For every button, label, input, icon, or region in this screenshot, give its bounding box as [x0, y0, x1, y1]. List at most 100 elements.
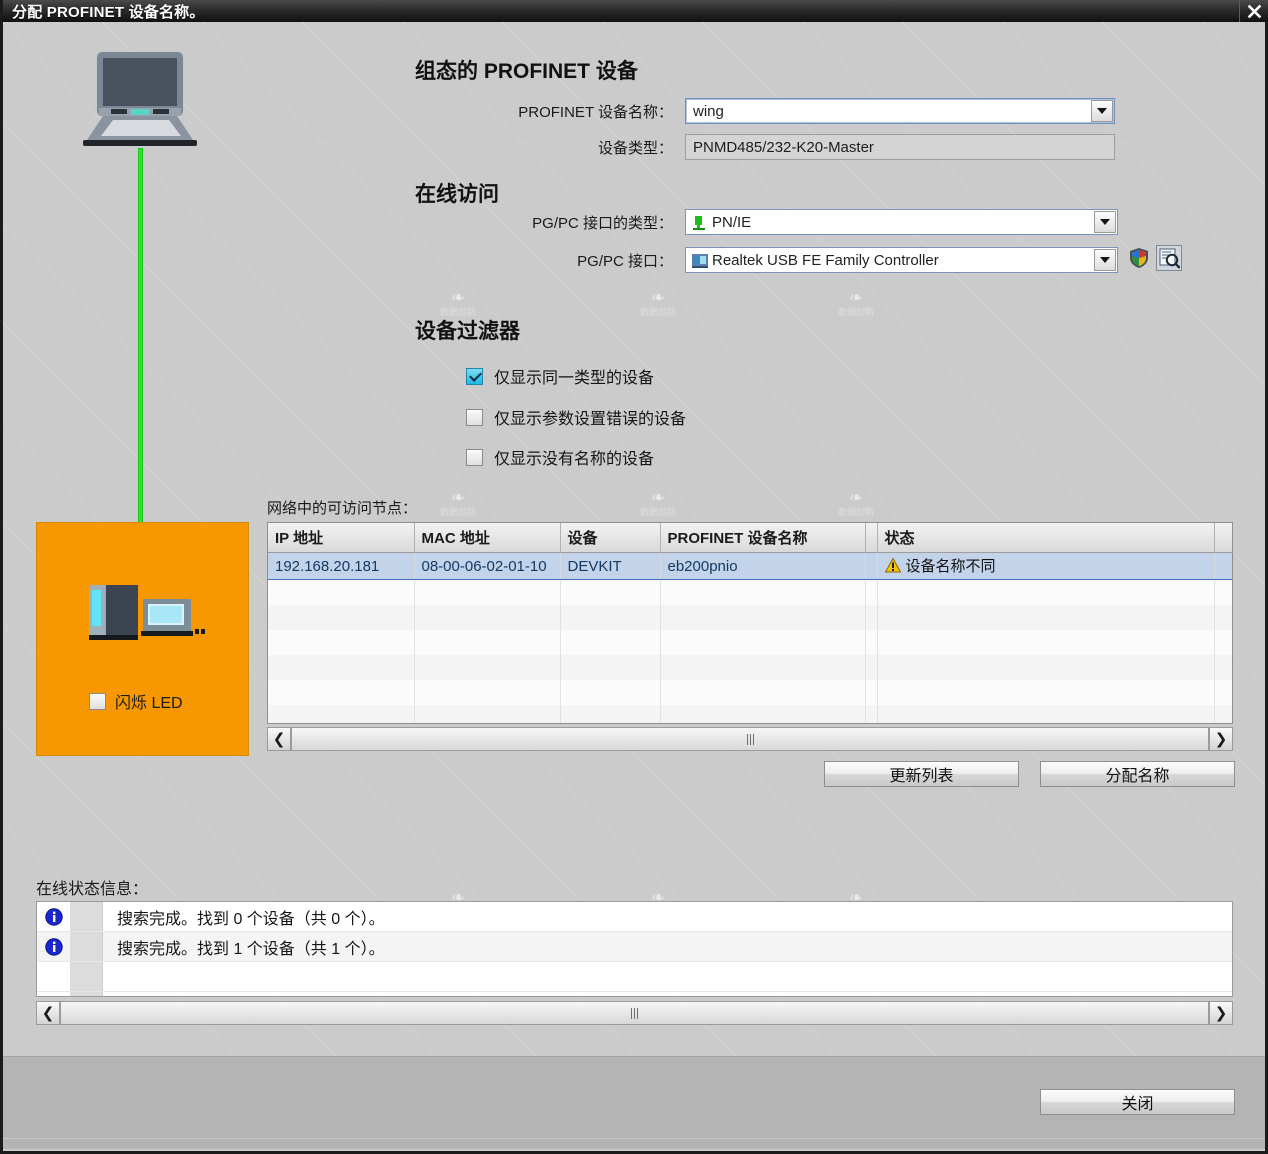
close-button[interactable]: 关闭: [1040, 1089, 1235, 1115]
plc-device-icon: [89, 583, 207, 647]
col-ip[interactable]: IP 地址: [268, 523, 415, 553]
filter-same-type-checkbox[interactable]: [466, 367, 483, 385]
pgpc-interface-label: PG/PC 接口：: [577, 252, 673, 270]
shield-icon[interactable]: [1128, 247, 1150, 273]
filter-param-error-label: 仅显示参数设置错误的设备: [494, 411, 687, 428]
flash-led-row[interactable]: 闪烁 LED: [89, 689, 183, 713]
cell-device: DEVKIT: [560, 552, 661, 580]
watermark-line: [503, 22, 1265, 23]
info-icon: [37, 932, 70, 961]
table-row-empty[interactable]: [268, 704, 1232, 723]
device-name-label: PROFINET 设备名称：: [518, 103, 673, 121]
status-scroll-track[interactable]: [60, 1001, 1209, 1025]
cell-ip: 192.168.20.181: [268, 552, 415, 580]
chevron-right-icon[interactable]: ❯: [1209, 727, 1233, 751]
status-log-list[interactable]: 搜索完成。找到 0 个设备（共 0 个）。 搜索完成。找到 1 个设备（共 1 个…: [36, 901, 1233, 997]
watermark-line: [3, 22, 665, 23]
col-mac[interactable]: MAC 地址: [414, 523, 561, 553]
status-scroll-thumb[interactable]: [61, 1002, 1208, 1024]
watermark-line: [3, 22, 365, 23]
watermark-line: [3, 22, 465, 23]
nodes-hscrollbar[interactable]: ❮ ❯: [267, 726, 1233, 752]
status-log-label: 在线状态信息：: [36, 881, 149, 898]
flash-led-checkbox[interactable]: [89, 692, 106, 710]
chevron-down-icon[interactable]: [1094, 211, 1116, 233]
table-row[interactable]: 192.168.20.181 08-00-06-02-01-10 DEVKIT eb2…: [268, 552, 1232, 580]
pgpc-type-combobox[interactable]: PN/IE: [685, 209, 1118, 235]
watermark-mark: ❧数据创新: [439, 288, 476, 317]
window-title: 分配 PROFINET 设备名称。: [12, 3, 205, 21]
watermark-line: [3, 22, 1065, 23]
info-icon: [37, 902, 70, 931]
nodes-table[interactable]: IP 地址 MAC 地址 设备 PROFINET 设备名称 状态 192.168…: [267, 522, 1233, 724]
watermark-line: [203, 22, 1265, 23]
pgpc-type-label: PG/PC 接口的类型：: [532, 214, 673, 232]
flash-led-label: 闪烁 LED: [115, 695, 183, 712]
watermark-mark: ❧数据创新: [837, 288, 874, 317]
browse-search-button[interactable]: [1156, 245, 1182, 275]
watermark-mark: ❧数据创新: [639, 288, 676, 317]
pgpc-type-value: PN/IE: [712, 213, 752, 231]
device-type-label: 设备类型：: [597, 139, 673, 157]
configured-section-heading: 组态的 PROFINET 设备: [415, 60, 638, 83]
device-name-value: wing: [693, 102, 724, 120]
pn-ie-icon: [691, 214, 709, 231]
chevron-down-icon[interactable]: [1091, 100, 1113, 122]
device-name-combobox[interactable]: wing: [685, 98, 1115, 124]
table-row-empty[interactable]: [268, 679, 1232, 705]
dialog-window: 分配 PROFINET 设备名称。 ❧ 数据创新 ❧ 数据创新 ❧ 数据创新 ❧ 数据创新 ❧ 数…: [0, 0, 1268, 1154]
filter-param-error-checkbox[interactable]: [466, 408, 483, 426]
table-row-empty[interactable]: [268, 579, 1232, 605]
nodes-scroll-track[interactable]: [291, 727, 1209, 751]
pgpc-interface-value: Realtek USB FE Family Controller: [712, 251, 939, 269]
watermark-line: [3, 22, 965, 23]
table-row-empty[interactable]: [268, 629, 1232, 655]
watermark-line: [1003, 22, 1265, 23]
list-item-empty: [37, 962, 1232, 992]
cell-cap: [1214, 552, 1232, 580]
title-bar: 分配 PROFINET 设备名称。: [3, 0, 1268, 22]
filter-item-same-type[interactable]: 仅显示同一类型的设备: [466, 364, 654, 388]
filter-same-type-label: 仅显示同一类型的设备: [494, 370, 655, 387]
table-header-row: IP 地址 MAC 地址 设备 PROFINET 设备名称 状态: [268, 523, 1232, 553]
chevron-right-icon[interactable]: ❯: [1209, 1001, 1233, 1025]
cell-spacer: [865, 552, 878, 580]
col-device[interactable]: 设备: [560, 523, 661, 553]
filter-item-param-error[interactable]: 仅显示参数设置错误的设备: [466, 405, 686, 429]
watermark-mark: ❧数据创新: [639, 488, 676, 517]
watermark-line: [3, 22, 865, 23]
watermark-line: [703, 22, 1265, 23]
filter-item-no-name[interactable]: 仅显示没有名称的设备: [466, 445, 654, 469]
pgpc-interface-combobox[interactable]: Realtek USB FE Family Controller: [685, 247, 1118, 273]
nodes-table-caption: 网络中的可访问节点：: [267, 500, 418, 517]
watermark-line: [3, 22, 265, 23]
cell-mac: 08-00-06-02-01-10: [414, 552, 561, 580]
online-access-heading: 在线访问: [415, 183, 499, 206]
assign-name-button[interactable]: 分配名称: [1040, 761, 1235, 787]
network-cable: [138, 148, 143, 538]
status-message: 搜索完成。找到 1 个设备（共 1 个）。: [117, 940, 385, 958]
chevron-down-icon[interactable]: [1094, 249, 1116, 271]
filter-no-name-checkbox[interactable]: [466, 448, 483, 466]
table-row-empty[interactable]: [268, 604, 1232, 630]
list-item[interactable]: 搜索完成。找到 1 个设备（共 1 个）。: [37, 932, 1232, 962]
device-type-value: PNMD485/232-K20-Master: [685, 134, 1115, 160]
nodes-scroll-thumb[interactable]: [292, 728, 1208, 750]
col-profinet-name[interactable]: PROFINET 设备名称: [660, 523, 866, 553]
watermark-line: [803, 22, 1265, 23]
chevron-left-icon[interactable]: ❮: [36, 1001, 60, 1025]
device-filter-heading: 设备过滤器: [415, 320, 520, 343]
status-message: 搜索完成。找到 0 个设备（共 0 个）。: [117, 910, 385, 928]
refresh-list-button[interactable]: 更新列表: [824, 761, 1019, 787]
col-spacer[interactable]: [865, 523, 878, 553]
list-item[interactable]: 搜索完成。找到 0 个设备（共 0 个）。: [37, 902, 1232, 932]
col-status[interactable]: 状态: [877, 523, 1215, 553]
watermark-line: [403, 22, 1265, 23]
cell-profinet-name: eb200pnio: [660, 552, 866, 580]
close-x-icon: [1247, 4, 1261, 18]
window-close-button[interactable]: [1239, 0, 1268, 22]
list-item-empty: [37, 992, 1232, 996]
table-row-empty[interactable]: [268, 654, 1232, 680]
status-hscrollbar[interactable]: ❮ ❯: [36, 1000, 1233, 1026]
chevron-left-icon[interactable]: ❮: [267, 727, 291, 751]
